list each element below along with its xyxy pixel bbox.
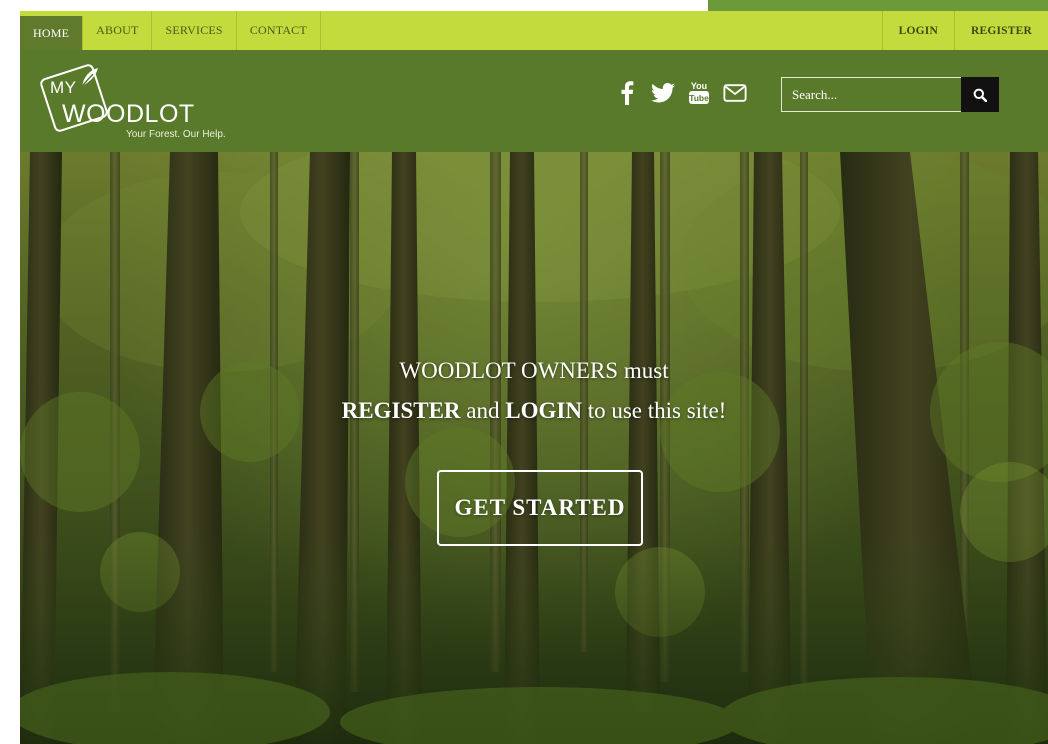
nav-register[interactable]: REGISTER (953, 11, 1048, 50)
nav-about[interactable]: ABOUT (83, 11, 153, 50)
nav-login[interactable]: LOGIN (881, 11, 954, 50)
search-icon (973, 88, 987, 102)
site-header: MY WOODLOT Your Forest. Our Help. You Tu… (20, 50, 1048, 152)
email-icon[interactable] (723, 80, 747, 106)
twitter-icon[interactable] (651, 80, 675, 106)
hero-suffix-text: to use this site! (581, 398, 727, 423)
top-navigation: HOME ABOUT SERVICES CONTACT LOGIN REGIST… (20, 11, 1048, 50)
youtube-icon[interactable]: You Tube (687, 80, 711, 106)
hero-headline-line2: REGISTER and LOGIN to use this site! (20, 398, 1048, 424)
site-logo[interactable]: MY WOODLOT Your Forest. Our Help. (38, 62, 252, 142)
svg-text:You: You (691, 81, 707, 91)
nav-home[interactable]: HOME (20, 16, 84, 50)
leaf-icon (81, 68, 98, 87)
login-emphasis: LOGIN (505, 398, 582, 423)
search-button[interactable] (961, 77, 999, 112)
nav-contact[interactable]: CONTACT (237, 11, 321, 50)
logo-name: WOODLOT (62, 100, 195, 128)
forest-background-image (20, 152, 1048, 744)
svg-text:Tube: Tube (689, 93, 709, 103)
facebook-icon[interactable] (615, 80, 639, 106)
hero-banner: WOODLOT OWNERS must REGISTER and LOGIN t… (20, 152, 1048, 744)
hero-and-text: and (460, 398, 506, 423)
register-emphasis: REGISTER (341, 398, 461, 423)
hero-headline-line1: WOODLOT OWNERS must (399, 358, 669, 383)
account-nav: LOGIN REGISTER (881, 11, 1048, 50)
decorative-corner (608, 0, 1048, 11)
nav-services[interactable]: SERVICES (152, 11, 237, 50)
logo-my-text: MY (50, 78, 77, 97)
search-form (781, 77, 999, 112)
search-input[interactable] (781, 77, 961, 112)
primary-nav: HOME ABOUT SERVICES CONTACT (20, 11, 321, 50)
social-links: You Tube (615, 80, 747, 106)
page: HOME ABOUT SERVICES CONTACT LOGIN REGIST… (20, 11, 1048, 744)
get-started-button[interactable]: GET STARTED (437, 470, 643, 546)
logo-tagline: Your Forest. Our Help. (126, 129, 226, 140)
